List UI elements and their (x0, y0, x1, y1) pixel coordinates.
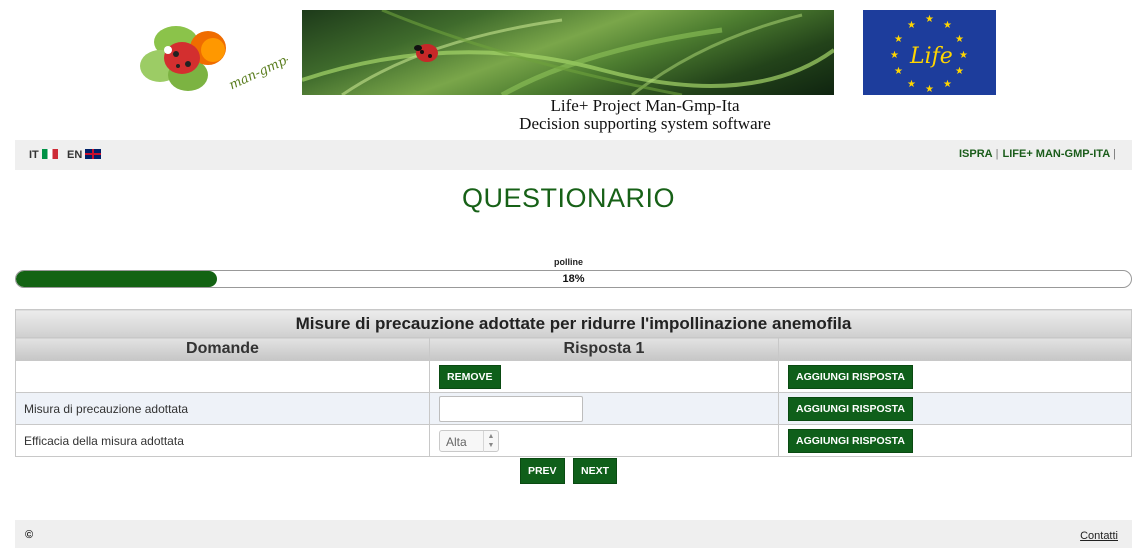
question-label: Efficacia della misura adottata (15, 424, 430, 457)
empty-question-cell (15, 360, 430, 393)
header-links: ISPRA | LIFE+ MAN-GMP-ITA | (959, 148, 1120, 160)
column-header-questions: Domande (15, 337, 430, 361)
language-en-label: EN (67, 149, 83, 161)
svg-text:★: ★ (907, 79, 916, 90)
answer-cell: Alta ▲ ▼ (429, 424, 779, 457)
svg-text:★: ★ (894, 66, 903, 77)
select-arrows-icon: ▲ ▼ (483, 430, 498, 452)
language-it-label: IT (29, 149, 39, 161)
language-nav-bar: IT EN ISPRA | LIFE+ MAN-GMP-ITA | (15, 140, 1132, 170)
life-project-link[interactable]: LIFE+ MAN-GMP-ITA (1002, 148, 1110, 160)
add-answer-button[interactable]: AGGIUNGI RISPOSTA (788, 428, 913, 453)
project-subtitle: Life+ Project Man-Gmp-Ita Decision suppo… (0, 97, 1137, 133)
italy-flag-icon (41, 149, 58, 159)
next-button[interactable]: NEXT (573, 458, 618, 484)
svg-text:★: ★ (925, 84, 934, 95)
language-en-link[interactable]: EN (67, 149, 102, 161)
precaution-measure-input[interactable] (439, 395, 583, 422)
questionnaire-table: Misure di precauzione adottate per ridur… (15, 309, 1132, 457)
ispra-link[interactable]: ISPRA (959, 148, 993, 160)
add-answer-button[interactable]: AGGIUNGI RISPOSTA (788, 364, 913, 389)
progress-bar: 18% (15, 270, 1132, 288)
progress-section-label: polline (554, 257, 583, 267)
column-header-answer-1: Risposta 1 (429, 337, 779, 361)
svg-text:★: ★ (894, 34, 903, 45)
column-header-extra (778, 337, 1132, 361)
contact-link[interactable]: Contatti (1080, 530, 1118, 542)
answer-cell: REMOVE (429, 360, 779, 393)
svg-text:man-gmp-ita: man-gmp-ita (227, 44, 288, 93)
svg-text:★: ★ (955, 66, 964, 77)
pagination: PREV NEXT (0, 458, 1137, 484)
table-row: REMOVE AGGIUNGI RISPOSTA (15, 360, 1132, 393)
svg-text:★: ★ (907, 20, 916, 31)
table-header-row: Domande Risposta 1 (15, 337, 1132, 361)
remove-answer-button[interactable]: REMOVE (439, 364, 501, 389)
subtitle-line-2: Decision supporting system software (519, 114, 771, 133)
footer: © Contatti (15, 520, 1132, 548)
header-banner-image (302, 10, 834, 95)
nav-separator: | (995, 148, 999, 160)
subtitle-line-1: Life+ Project Man-Gmp-Ita (550, 96, 740, 115)
answer-cell (429, 392, 779, 425)
svg-text:Life: Life (909, 44, 953, 69)
add-answer-cell: AGGIUNGI RISPOSTA (778, 392, 1132, 425)
language-it-link[interactable]: IT (29, 149, 58, 161)
question-label: Misura di precauzione adottata (15, 392, 430, 425)
progress-percent: 18% (562, 273, 585, 285)
project-logo: man-gmp-ita (138, 20, 309, 100)
add-answer-cell: AGGIUNGI RISPOSTA (778, 424, 1132, 457)
svg-text:★: ★ (955, 34, 964, 45)
svg-text:★: ★ (925, 14, 934, 25)
svg-text:★: ★ (943, 20, 952, 31)
efficacy-select[interactable]: Alta ▲ ▼ (439, 429, 499, 452)
uk-flag-icon (85, 149, 102, 159)
table-row: Efficacia della misura adottata Alta ▲ ▼ … (15, 424, 1132, 457)
table-caption: Misure di precauzione adottate per ridur… (15, 309, 1132, 338)
svg-text:★: ★ (890, 50, 899, 61)
add-answer-cell: AGGIUNGI RISPOSTA (778, 360, 1132, 393)
nav-separator: | (1113, 148, 1116, 160)
add-answer-button[interactable]: AGGIUNGI RISPOSTA (788, 396, 913, 421)
page-title: QUESTIONARIO (461, 183, 676, 213)
table-row: Misura di precauzione adottata AGGIUNGI … (15, 392, 1132, 425)
table-caption-row: Misure di precauzione adottate per ridur… (15, 309, 1132, 338)
eu-life-logo: ★ ★ ★ ★ ★ ★ ★ ★ ★ ★ ★ ★ Life (863, 10, 996, 95)
prev-button[interactable]: PREV (519, 458, 565, 484)
efficacy-select-value: Alta (446, 434, 467, 449)
svg-text:★: ★ (943, 79, 952, 90)
copyright-symbol: © (25, 529, 34, 541)
svg-text:★: ★ (959, 50, 968, 61)
